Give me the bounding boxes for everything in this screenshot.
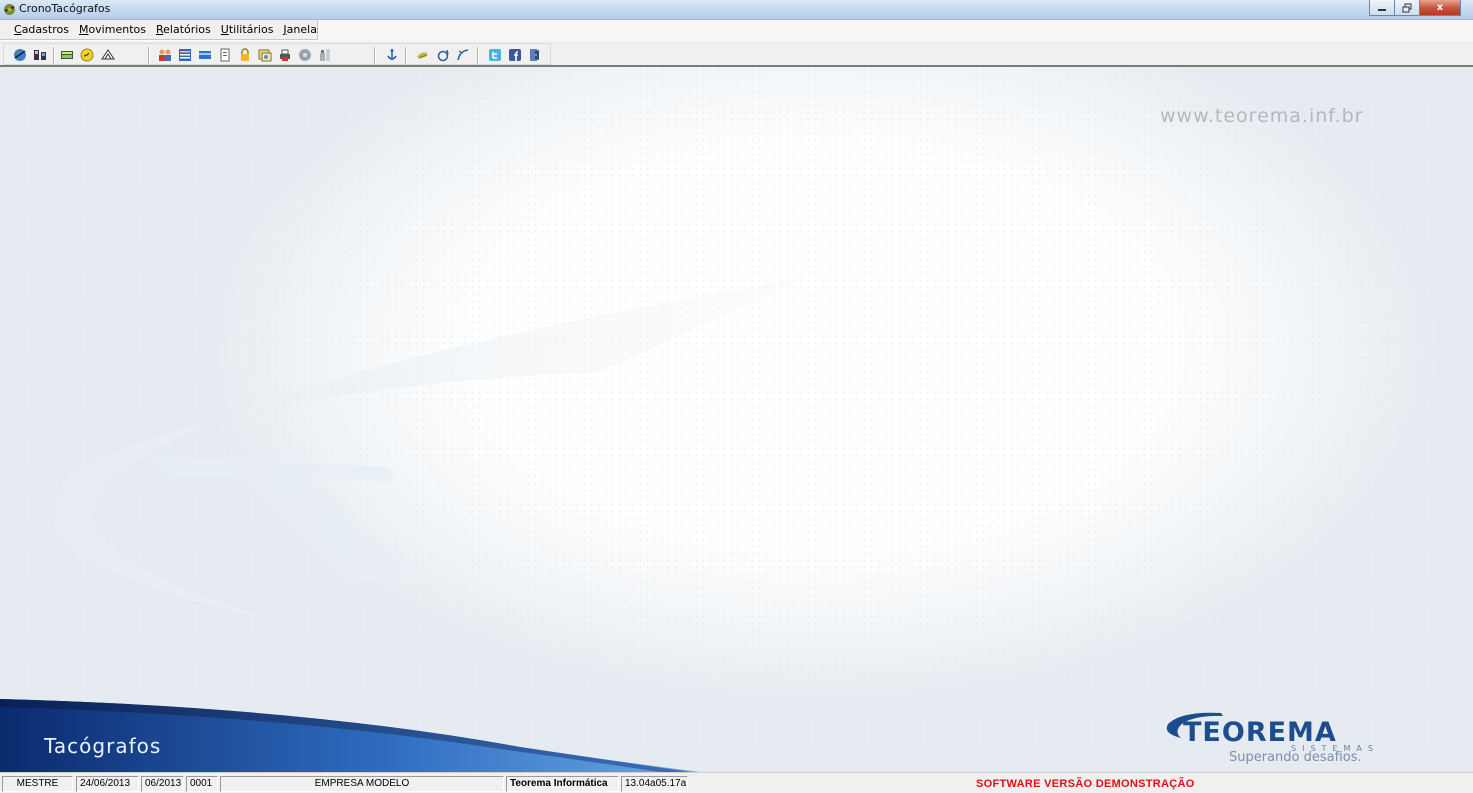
status-period: 06/2013 [141,776,184,792]
minimize-button[interactable] [1369,0,1395,16]
menu-relatorios[interactable]: Relatórios [156,23,211,36]
title-bar: CronoTacógrafos x [0,0,1473,20]
lock-icon[interactable] [237,47,253,63]
maximize-button[interactable] [1394,0,1420,16]
toolbar-separator [374,47,376,64]
status-version: 13.04a05.17a [621,776,688,792]
product-caption: Tacógrafos [44,734,162,758]
menu-bar-filler [318,20,1473,41]
menu-cadastros[interactable]: Cadastros [14,23,69,36]
workspace: www.teorema.inf.br Tacógrafos TEOREMA SI… [0,67,1473,772]
facebook-icon[interactable] [507,47,523,63]
bird-icon[interactable] [415,47,431,63]
disc-icon[interactable] [297,47,313,63]
demo-notice: SOFTWARE VERSÃO DEMONSTRAÇÃO [976,778,1195,790]
exit-icon[interactable] [527,47,543,63]
archive-icon[interactable] [257,47,273,63]
restore-icon [1402,3,1412,12]
status-company: EMPRESA MODELO [220,776,504,792]
anchor-icon[interactable] [384,47,400,63]
website-url: www.teorema.inf.br [1160,105,1364,127]
toolbar-group [3,43,551,65]
form-icon[interactable] [177,47,193,63]
globe-icon[interactable] [12,47,28,63]
status-vendor: Teorema Informática [506,776,619,792]
truck-icon[interactable] [100,47,116,63]
teorema-logo: TEOREMA SISTEMAS Superando desafios. [1163,707,1438,767]
twitter-icon[interactable] [487,47,503,63]
toolbar [0,41,1473,67]
minimize-icon [1378,8,1386,11]
printer-icon[interactable] [277,47,293,63]
status-code: 0001 [186,776,218,792]
clock-icon[interactable] [79,47,95,63]
toolbar-separator [53,47,55,64]
calculator-icon[interactable] [59,47,75,63]
menu-bar: Cadastros Movimentos Relatórios Utilitár… [0,20,364,40]
status-user: MESTRE [2,776,73,792]
logo-tagline: Superando desafios. [1229,750,1362,765]
people-icon[interactable] [157,47,173,63]
email-icon[interactable] [435,47,451,63]
toolbar-separator [477,47,479,64]
status-bar: MESTRE 24/06/2013 06/2013 0001 EMPRESA M… [0,772,1473,793]
app-icon [3,3,16,16]
card-icon[interactable] [197,47,213,63]
tools-icon[interactable] [317,47,333,63]
close-icon: x [1436,2,1444,13]
status-date: 24/06/2013 [76,776,139,792]
menu-movimentos[interactable]: Movimentos [79,23,146,36]
close-button[interactable]: x [1419,0,1461,16]
window-title: CronoTacógrafos [19,2,111,15]
feather-icon[interactable] [455,47,471,63]
users-icon[interactable] [32,47,48,63]
menu-utilitarios[interactable]: Utilitários [221,23,274,36]
toolbar-separator [148,47,150,64]
document-icon[interactable] [217,47,233,63]
window-controls: x [1369,0,1461,17]
toolbar-separator [405,47,407,64]
background-graphic [0,278,806,772]
menu-janelas[interactable]: Janelas [283,23,322,36]
